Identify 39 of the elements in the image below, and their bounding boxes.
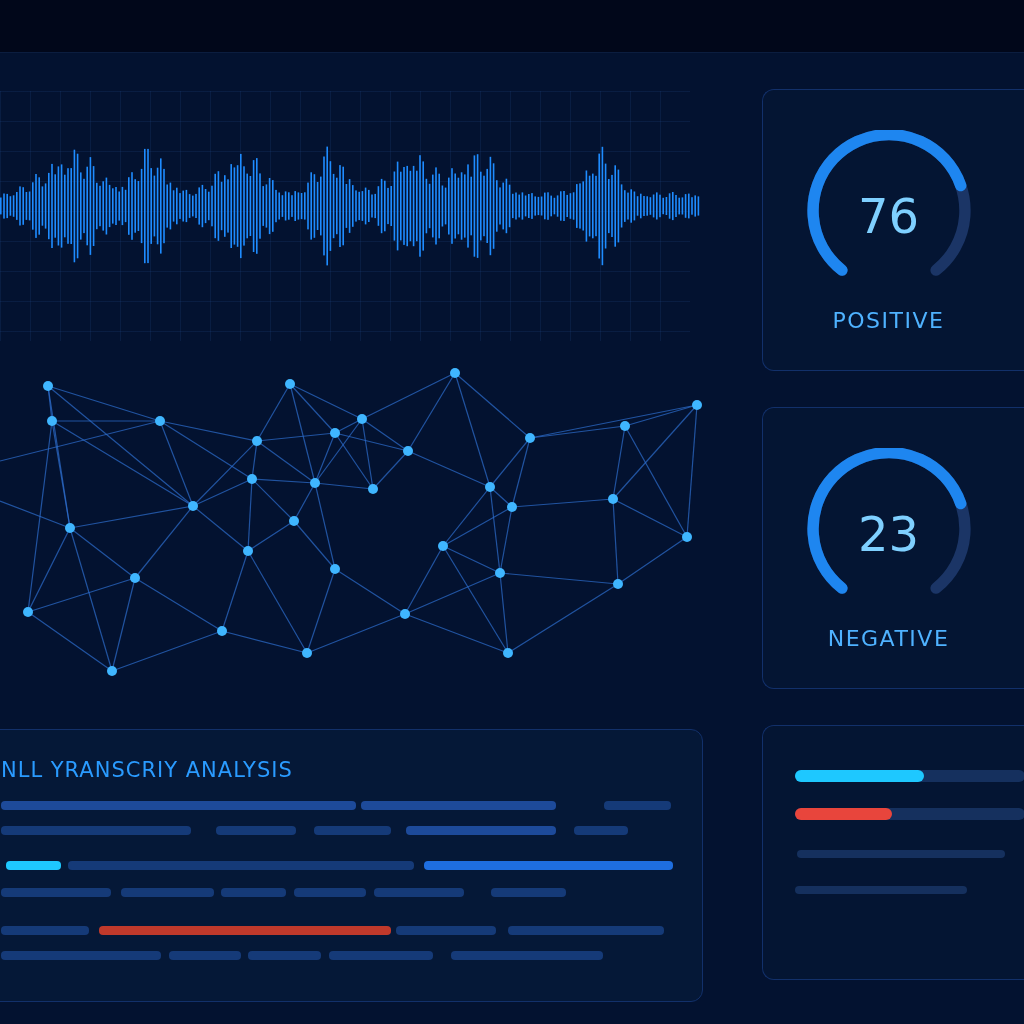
network-node xyxy=(330,428,340,438)
network-node xyxy=(613,579,623,589)
network-node xyxy=(525,433,535,443)
network-node xyxy=(247,474,257,484)
gauge-value: 23 xyxy=(857,510,920,558)
network-node xyxy=(495,568,505,578)
network-node xyxy=(217,626,227,636)
network-node xyxy=(43,381,53,391)
network-node xyxy=(252,436,262,446)
network-node xyxy=(310,478,320,488)
network-node xyxy=(65,523,75,533)
network-node xyxy=(188,501,198,511)
network-node xyxy=(23,607,33,617)
network-node xyxy=(682,532,692,542)
network-node xyxy=(620,421,630,431)
network-node xyxy=(403,446,413,456)
network-node xyxy=(130,573,140,583)
network-node xyxy=(330,564,340,574)
network-node xyxy=(400,609,410,619)
network-node xyxy=(485,482,495,492)
panel-title: NLL YRANSCRIY ANALYSIS xyxy=(1,758,293,782)
network-node xyxy=(357,414,367,424)
network-node xyxy=(368,484,378,494)
network-node xyxy=(450,368,460,378)
gauge-label: NEGATIVE xyxy=(827,626,950,651)
gauge-value: 76 xyxy=(857,192,920,240)
network-node xyxy=(107,666,117,676)
network-node xyxy=(438,541,448,551)
gauge-label: POSITIVE xyxy=(832,308,945,333)
network-node xyxy=(507,502,517,512)
network-node xyxy=(243,546,253,556)
network-node xyxy=(608,494,618,504)
network-node xyxy=(285,379,295,389)
network-node xyxy=(289,516,299,526)
network-node xyxy=(47,416,57,426)
network-node xyxy=(155,416,165,426)
network-node xyxy=(692,400,702,410)
network-node xyxy=(503,648,513,658)
network-node xyxy=(302,648,312,658)
